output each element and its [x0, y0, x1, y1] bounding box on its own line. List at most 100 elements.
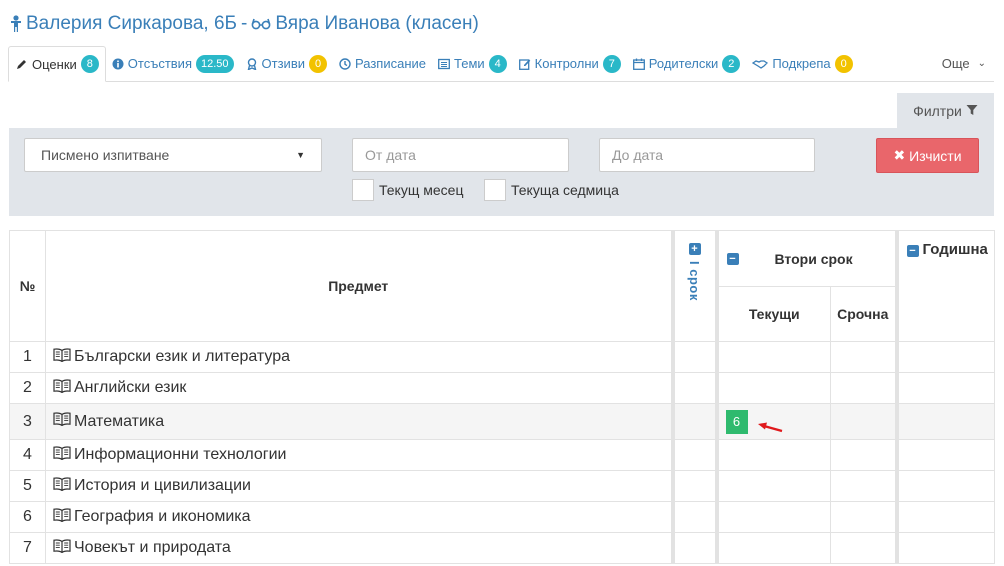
- term2-current-cell: [714, 372, 831, 404]
- tab-label: Теми: [454, 56, 485, 71]
- clock-icon: [339, 57, 351, 70]
- student-icon: [10, 15, 22, 33]
- term1-cell: [670, 439, 717, 471]
- term2-current-cell: [714, 470, 831, 502]
- subject-cell[interactable]: Информационни технологии: [45, 439, 673, 471]
- checkbox-box[interactable]: [484, 179, 506, 201]
- exam-type-select[interactable]: Писмено изпитване ▼: [24, 138, 322, 172]
- row-number: 6: [9, 501, 46, 533]
- list-icon: [438, 58, 450, 70]
- term2-urgent-cell: [830, 532, 897, 564]
- calendar-icon: [632, 58, 645, 70]
- tab-grades[interactable]: Оценки 8: [8, 46, 106, 82]
- grade-badge[interactable]: 6: [725, 409, 748, 434]
- filters-toggle-button[interactable]: Филтри: [897, 93, 994, 129]
- row-number: 4: [9, 439, 46, 471]
- clear-button[interactable]: ✖ Изчисти: [876, 138, 979, 173]
- filters-label: Филтри: [913, 103, 962, 119]
- tab-support[interactable]: Подкрепа 0: [746, 46, 858, 81]
- col-no-header: №: [9, 230, 46, 342]
- date-from-input[interactable]: От дата: [352, 138, 569, 172]
- book-icon: [53, 347, 71, 367]
- row-number: 2: [9, 372, 46, 404]
- table-row: 3 Математика 6: [9, 403, 995, 440]
- year-cell: [894, 439, 995, 471]
- term2-urgent-cell: [830, 470, 897, 502]
- tab-label: Подкрепа: [772, 56, 831, 71]
- book-icon: [53, 538, 71, 558]
- date-to-input[interactable]: До дата: [599, 138, 815, 172]
- book-icon: [53, 445, 71, 465]
- tab-badge: 0: [309, 54, 327, 73]
- subject-name: География и икономика: [74, 508, 251, 525]
- tab-tests[interactable]: Контролни 7: [513, 46, 627, 81]
- term1-cell: [670, 372, 717, 404]
- row-number: 1: [9, 341, 46, 373]
- year-cell: [894, 532, 995, 564]
- current-month-checkbox[interactable]: Текущ месец: [352, 179, 463, 201]
- year-cell: [894, 403, 995, 440]
- teacher-name[interactable]: Вяра Иванова (класен): [275, 13, 478, 35]
- term2-header[interactable]: − Втори срок: [714, 230, 897, 287]
- tab-badge: 12.50: [196, 54, 234, 73]
- subject-cell[interactable]: Математика: [45, 403, 673, 440]
- student-name[interactable]: Валерия Сиркарова, 6Б: [26, 13, 237, 35]
- table-row: 7 Човекът и природата: [9, 532, 995, 564]
- table-row: 2 Английски език: [9, 372, 995, 404]
- year-cell: [894, 501, 995, 533]
- term2-current-header: Текущи: [714, 286, 831, 342]
- current-week-checkbox[interactable]: Текуща седмица: [484, 179, 619, 201]
- tab-schedule[interactable]: Разписание: [333, 46, 432, 81]
- year-cell: [894, 341, 995, 373]
- subject-name: Информационни технологии: [74, 446, 287, 463]
- subject-name: Български език и литература: [74, 348, 291, 365]
- table-row: 4 Информационни технологии: [9, 439, 995, 471]
- expand-icon[interactable]: +: [688, 243, 701, 255]
- table-row: 1 Български език и литература: [9, 341, 995, 373]
- subject-cell[interactable]: Човекът и природата: [45, 532, 673, 564]
- tab-topics[interactable]: Теми 4: [432, 46, 513, 81]
- year-header[interactable]: − Годишна: [894, 230, 995, 342]
- collapse-icon[interactable]: −: [726, 252, 739, 265]
- book-icon: [53, 476, 71, 496]
- term2-current-cell: [714, 341, 831, 373]
- subject-cell[interactable]: География и икономика: [45, 501, 673, 533]
- book-icon: [53, 507, 71, 527]
- term2-urgent-cell: [830, 501, 897, 533]
- term2-urgent-cell: [830, 372, 897, 404]
- tab-badge: 2: [722, 54, 741, 73]
- tabs-bar: Оценки 8 Отсъствия 12.50 Отзиви 0 Разпис…: [8, 46, 994, 82]
- collapse-icon[interactable]: −: [906, 245, 919, 257]
- term2-current-cell: [714, 501, 831, 533]
- tab-parents[interactable]: Родителски 2: [627, 46, 747, 81]
- subject-cell[interactable]: Английски език: [45, 372, 673, 404]
- tab-absences[interactable]: Отсъствия 12.50: [106, 46, 240, 81]
- term1-cell: [670, 532, 717, 564]
- tab-badge: 4: [488, 54, 507, 73]
- info-icon: [112, 58, 124, 70]
- term1-cell: [670, 501, 717, 533]
- grades-table: № Предмет + I срок − Втори срок − Годишна…: [9, 230, 995, 564]
- checkbox-label: Текущ месец: [379, 182, 464, 198]
- more-label: Още: [941, 56, 970, 71]
- checkbox-box[interactable]: [352, 179, 374, 201]
- row-number: 7: [9, 532, 46, 564]
- close-icon: ✖: [893, 147, 906, 163]
- tab-label: Контролни: [534, 56, 599, 71]
- subject-name: Човекът и природата: [74, 539, 231, 556]
- tab-reviews[interactable]: Отзиви 0: [240, 46, 333, 81]
- term2-label: Втори срок: [774, 250, 853, 267]
- tab-label: Оценки: [32, 56, 77, 72]
- glasses-icon: [251, 17, 271, 31]
- filter-icon: [966, 103, 978, 119]
- more-dropdown[interactable]: Още ⌄: [936, 46, 994, 81]
- subject-cell[interactable]: История и цивилизации: [45, 470, 673, 502]
- tab-label: Отсъствия: [127, 56, 192, 71]
- term1-header[interactable]: + I срок: [670, 230, 717, 342]
- subject-cell[interactable]: Български език и литература: [45, 341, 673, 373]
- subject-name: История и цивилизации: [74, 477, 251, 494]
- page-title: Валерия Сиркарова, 6Б - Вяра Иванова (кл…: [10, 12, 479, 36]
- term1-label: I срок: [687, 261, 702, 301]
- term2-urgent-cell: [830, 341, 897, 373]
- handshake-icon: [752, 58, 769, 70]
